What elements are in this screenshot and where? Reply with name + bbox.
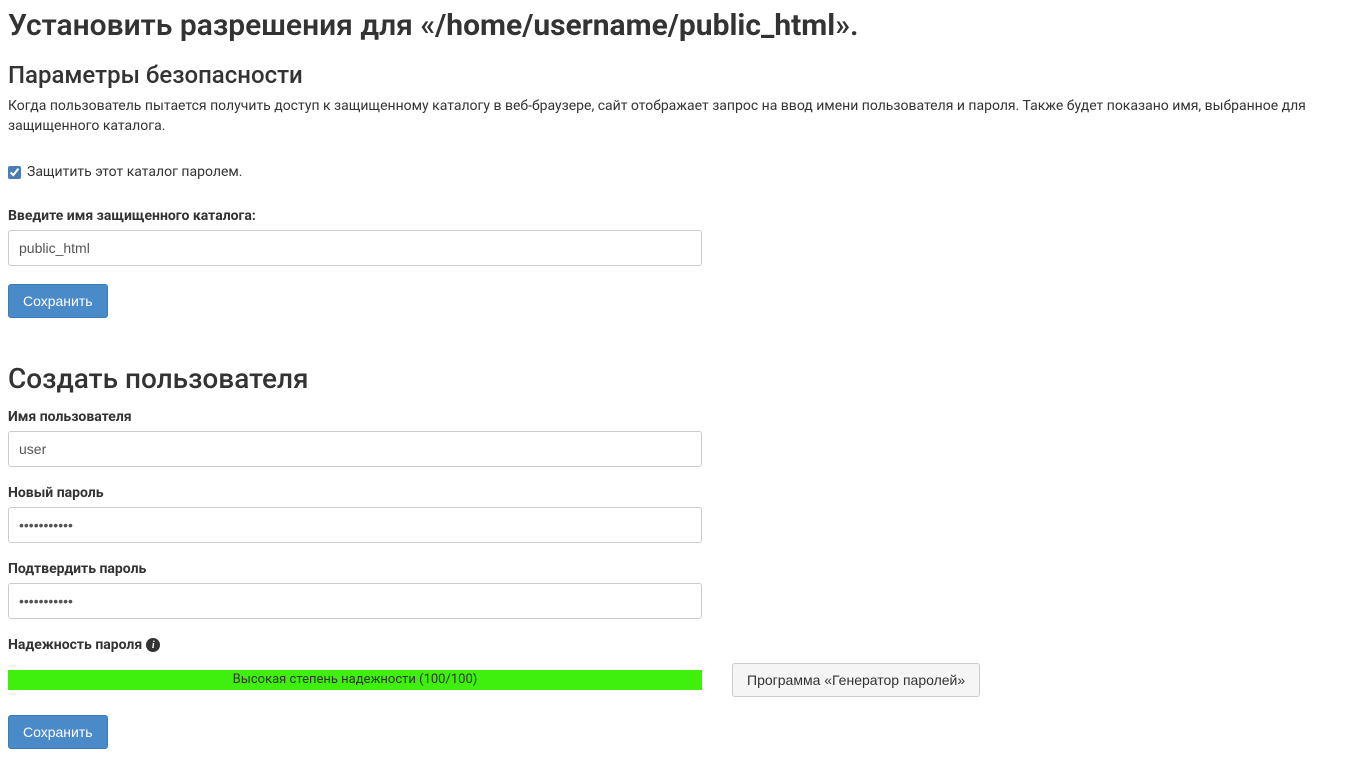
title-prefix: Установить разрешения для « bbox=[8, 8, 435, 43]
password-strength-bar: Высокая степень надежности (100/100) bbox=[8, 670, 702, 690]
dirname-input[interactable] bbox=[8, 230, 702, 266]
confirmpass-label: Подтвердить пароль bbox=[8, 561, 1362, 577]
dirname-label: Введите имя защищенного каталога: bbox=[8, 208, 1362, 224]
save-security-button[interactable]: Сохранить bbox=[8, 284, 108, 318]
username-label: Имя пользователя bbox=[8, 409, 1362, 425]
password-generator-button[interactable]: Программа «Генератор паролей» bbox=[732, 663, 980, 697]
protect-checkbox-label[interactable]: Защитить этот каталог паролем. bbox=[27, 164, 242, 180]
save-user-button[interactable]: Сохранить bbox=[8, 715, 108, 749]
confirmpass-input[interactable] bbox=[8, 583, 702, 619]
username-input[interactable] bbox=[8, 431, 702, 467]
newpass-input[interactable] bbox=[8, 507, 702, 543]
strength-label: Надежность пароля bbox=[8, 637, 142, 653]
security-section-title: Параметры безопасности bbox=[8, 61, 1362, 89]
security-description: Когда пользователь пытается получить дос… bbox=[8, 97, 1362, 136]
newpass-label: Новый пароль bbox=[8, 485, 1362, 501]
page-title: Установить разрешения для «/home/usernam… bbox=[8, 8, 1362, 43]
protect-checkbox[interactable] bbox=[8, 166, 21, 179]
create-user-section-title: Создать пользователя bbox=[8, 362, 1362, 395]
title-path: /home/username/public_html bbox=[435, 8, 835, 43]
title-suffix: ». bbox=[835, 8, 858, 43]
info-icon[interactable]: i bbox=[146, 638, 160, 652]
